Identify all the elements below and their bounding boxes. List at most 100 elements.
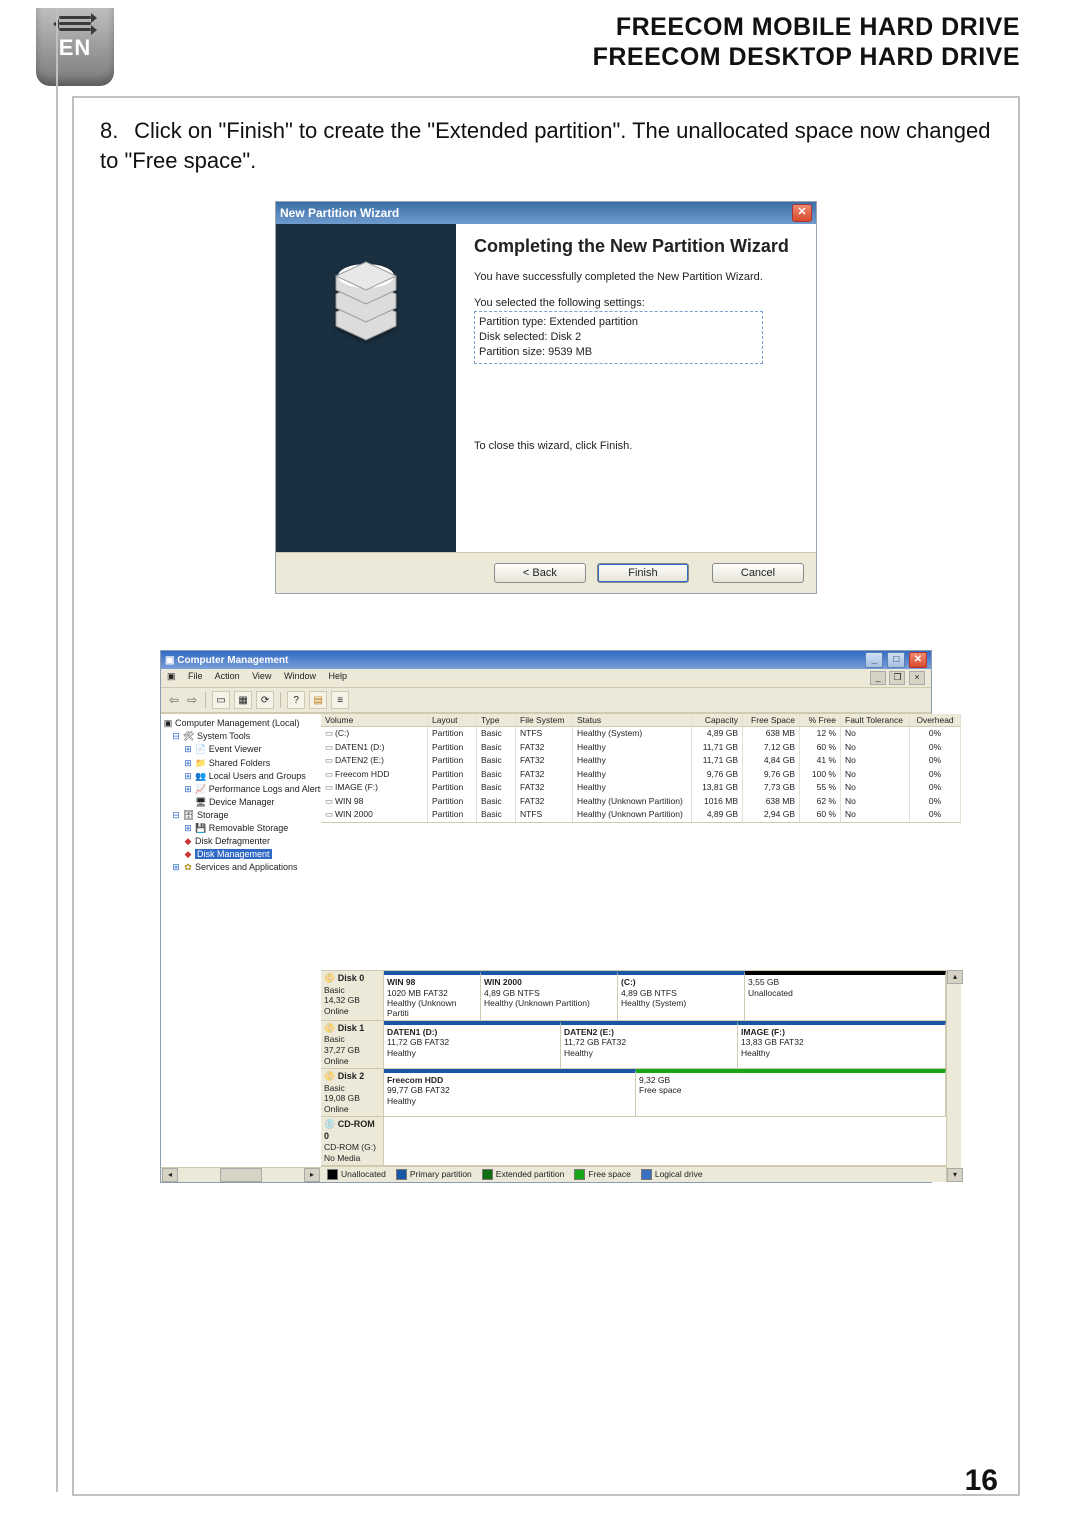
disk-2-row[interactable]: 📀 Disk 2 Basic 19,08 GB Online Freecom H… <box>321 1069 946 1117</box>
wizard-completed-text: You have successfully completed the New … <box>474 271 798 283</box>
step-body: Click on "Finish" to create the "Extende… <box>100 118 990 173</box>
cm-title: Computer Management <box>177 655 288 666</box>
cdrom-info: 💿 CD-ROM 0 CD-ROM (G:) No Media <box>321 1117 384 1165</box>
tree-storage[interactable]: Storage <box>197 810 229 820</box>
disk-0-row[interactable]: 📀 Disk 0 Basic 14,32 GB Online WIN 98102… <box>321 971 946 1021</box>
disk-1-row[interactable]: 📀 Disk 1 Basic 37,27 GB Online DATEN1 (D… <box>321 1021 946 1069</box>
volume-table: Volume Layout Type File System Status Ca… <box>321 714 961 822</box>
new-partition-wizard-window: New Partition Wizard ✕ Complet <box>275 201 817 594</box>
app-icon: ▣ <box>165 655 174 666</box>
tree-root[interactable]: Computer Management (Local) <box>175 718 300 728</box>
cm-titlebar: ▣ Computer Management _ □ ✕ <box>161 651 931 669</box>
col-pct-free[interactable]: % Free <box>800 714 841 726</box>
disk-layout-panel: 📀 Disk 0 Basic 14,32 GB Online WIN 98102… <box>321 970 946 1182</box>
disk-1-info: 📀 Disk 1 Basic 37,27 GB Online <box>321 1021 384 1068</box>
menu-action[interactable]: Action <box>215 671 240 681</box>
header-line-1: FREECOM MOBILE HARD DRIVE <box>593 12 1020 42</box>
tree-services[interactable]: Services and Applications <box>195 862 298 872</box>
col-layout[interactable]: Layout <box>428 714 477 726</box>
menu-window[interactable]: Window <box>284 671 316 681</box>
table-row[interactable]: ▭(C:)PartitionBasicNTFSHealthy (System)4… <box>321 727 961 740</box>
tree-device-manager[interactable]: Device Manager <box>209 797 275 807</box>
scroll-thumb[interactable] <box>220 1168 262 1182</box>
language-badge: EN <box>36 8 114 86</box>
wizard-titlebar: New Partition Wizard ✕ <box>276 202 816 224</box>
tree-system-tools[interactable]: System Tools <box>197 731 250 741</box>
col-capacity[interactable]: Capacity <box>692 714 743 726</box>
tree-perf[interactable]: Performance Logs and Alerts <box>209 784 325 794</box>
wizard-title-text: New Partition Wizard <box>280 206 399 220</box>
wizard-setting-size: Partition size: 9539 MB <box>479 345 758 360</box>
tree-shared-folders[interactable]: Shared Folders <box>209 758 271 768</box>
col-fault-tolerance[interactable]: Fault Tolerance <box>841 714 910 726</box>
scroll-up-icon[interactable]: ▴ <box>947 970 963 984</box>
col-type[interactable]: Type <box>477 714 516 726</box>
step-paragraph: 8. Click on "Finish" to create the "Exte… <box>100 116 992 175</box>
cm-toolbar: ⇦ ⇨ ▭ ▦ ⟳ ? ▤ ≡ <box>161 688 931 713</box>
cm-menubar: ▣ File Action View Window Help _ ❐ × <box>161 669 931 688</box>
minimize-icon[interactable]: _ <box>865 652 883 668</box>
scroll-right-icon[interactable]: ▸ <box>304 1168 320 1182</box>
scroll-down-icon[interactable]: ▾ <box>947 1168 963 1182</box>
disk-0-info: 📀 Disk 0 Basic 14,32 GB Online <box>321 971 384 1020</box>
tree-hscrollbar[interactable]: ◂ ▸ <box>161 1167 321 1182</box>
col-overhead[interactable]: Overhead <box>910 714 961 726</box>
table-row[interactable]: ▭IMAGE (F:)PartitionBasicFAT32Healthy13,… <box>321 781 961 794</box>
tree-removable[interactable]: Removable Storage <box>209 823 289 833</box>
close-icon[interactable]: ✕ <box>909 652 927 668</box>
window-buttons: _ □ ✕ <box>864 652 927 668</box>
header-line-2: FREECOM DESKTOP HARD DRIVE <box>593 42 1020 72</box>
col-filesystem[interactable]: File System <box>516 714 573 726</box>
scroll-left-icon[interactable]: ◂ <box>162 1168 178 1182</box>
step-number: 8. <box>100 116 128 146</box>
wizard-settings-box: Partition type: Extended partition Disk … <box>474 311 763 364</box>
disk-2-info: 📀 Disk 2 Basic 19,08 GB Online <box>321 1069 384 1116</box>
wizard-close-hint: To close this wizard, click Finish. <box>474 440 798 452</box>
back-button[interactable]: < Back <box>494 563 586 583</box>
table-row[interactable]: ▭DATEN2 (E:)PartitionBasicFAT32Healthy11… <box>321 754 961 767</box>
finish-button[interactable]: Finish <box>597 563 689 583</box>
properties-icon[interactable]: ▦ <box>234 691 252 709</box>
close-icon[interactable]: ✕ <box>792 204 812 222</box>
table-row[interactable]: ▭DATEN1 (D:)PartitionBasicFAT32Healthy11… <box>321 741 961 754</box>
page-number: 16 <box>965 1464 998 1498</box>
computer-management-window: ▣ Computer Management _ □ ✕ ▣ File Actio… <box>160 650 932 1183</box>
table-row[interactable]: ▭WIN 98PartitionBasicFAT32Healthy (Unkno… <box>321 795 961 808</box>
menu-file[interactable]: File <box>188 671 203 681</box>
disk-legend: Unallocated Primary partition Extended p… <box>321 1166 946 1182</box>
badge-icon <box>59 16 91 31</box>
refresh-icon[interactable]: ⟳ <box>256 691 274 709</box>
child-restore-icon[interactable]: ❐ <box>889 671 905 685</box>
page-frame: 8. Click on "Finish" to create the "Exte… <box>72 96 1020 1496</box>
col-free-space[interactable]: Free Space <box>743 714 800 726</box>
child-window-buttons: _ ❐ × <box>869 671 925 685</box>
cancel-button[interactable]: Cancel <box>712 563 804 583</box>
volume-table-header[interactable]: Volume Layout Type File System Status Ca… <box>321 714 961 727</box>
tree-defrag[interactable]: Disk Defragmenter <box>195 836 270 846</box>
child-close-icon[interactable]: × <box>909 671 925 685</box>
disk-vscrollbar[interactable]: ▴ ▾ <box>946 970 961 1182</box>
table-row[interactable]: ▭WIN 2000PartitionBasicNTFSHealthy (Unkn… <box>321 808 961 821</box>
wizard-heading: Completing the New Partition Wizard <box>474 236 798 257</box>
tree-disk-management[interactable]: Disk Management <box>195 849 272 859</box>
list-icon[interactable]: ≡ <box>331 691 349 709</box>
cdrom-row[interactable]: 💿 CD-ROM 0 CD-ROM (G:) No Media <box>321 1117 946 1166</box>
nav-forward-icon[interactable]: ⇨ <box>187 693 197 707</box>
navigation-tree[interactable]: ▣Computer Management (Local) ⊟🛠 System T… <box>161 714 326 1167</box>
menu-view[interactable]: View <box>252 671 271 681</box>
view-icon[interactable]: ▤ <box>309 691 327 709</box>
child-minimize-icon[interactable]: _ <box>870 671 886 685</box>
table-row[interactable]: ▭Freecom HDDPartitionBasicFAT32Healthy9,… <box>321 768 961 781</box>
col-status[interactable]: Status <box>573 714 692 726</box>
nav-back-icon[interactable]: ⇦ <box>169 693 179 707</box>
menu-help[interactable]: Help <box>329 671 348 681</box>
tree-local-users[interactable]: Local Users and Groups <box>209 771 306 781</box>
document-header: FREECOM MOBILE HARD DRIVE FREECOM DESKTO… <box>593 12 1020 72</box>
help-icon[interactable]: ? <box>287 691 305 709</box>
wizard-settings-label: You selected the following settings: <box>474 297 798 309</box>
maximize-icon[interactable]: □ <box>887 652 905 668</box>
col-volume[interactable]: Volume <box>321 714 428 726</box>
up-icon[interactable]: ▭ <box>212 691 230 709</box>
tree-event-viewer[interactable]: Event Viewer <box>209 744 262 754</box>
wizard-sidebar-image <box>276 224 456 552</box>
